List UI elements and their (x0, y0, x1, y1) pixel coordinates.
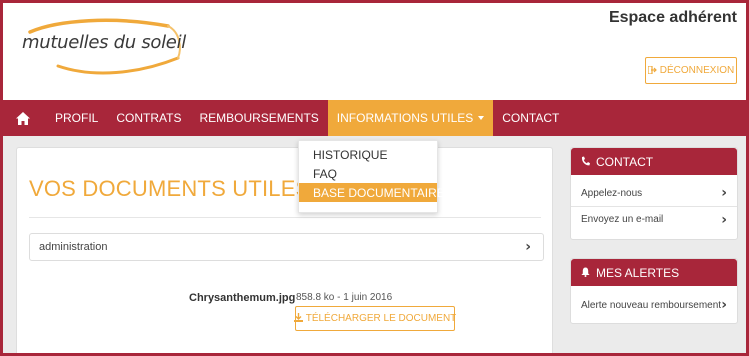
contact-panel-title: CONTACT (596, 154, 654, 169)
home-icon (16, 111, 30, 125)
dropdown-item-label: BASE DOCUMENTAIRE (313, 185, 445, 200)
chevron-right-icon: › (721, 297, 727, 313)
alerts-panel-header: MES ALERTES (571, 259, 737, 286)
nav-item-informations-utiles[interactable]: INFORMATIONS UTILES (327, 100, 494, 136)
contact-row-label: Envoyez un e-mail (581, 214, 664, 225)
category-accordion-administration[interactable]: administration › (29, 233, 544, 261)
page-title: VOS DOCUMENTS UTILES (29, 176, 311, 201)
logout-label: DÉCONNEXION (659, 65, 735, 76)
dropdown-item-faq[interactable]: FAQ (299, 164, 437, 183)
alert-row-label: Alerte nouveau remboursement (581, 299, 722, 311)
alert-row-nouveau-remboursement[interactable]: Alerte nouveau remboursement › (571, 292, 737, 318)
contact-panel: CONTACT Appelez-nous › Envoyez un e-mail… (570, 147, 738, 240)
alerts-panel: MES ALERTES Alerte nouveau remboursement… (570, 258, 738, 324)
nav-item-label: REMBOURSEMENTS (199, 111, 319, 125)
contact-row-appelez-nous[interactable]: Appelez-nous › (571, 180, 737, 206)
contact-row-label: Appelez-nous (581, 187, 643, 199)
page-heading-espace: Espace adhérent (608, 9, 737, 26)
site-header: mutuelles du soleil Espace adhérent DÉCO… (0, 0, 749, 86)
chevron-right-icon: › (721, 211, 727, 228)
nav-home[interactable] (0, 100, 46, 136)
nav-item-contact[interactable]: CONTACT (493, 100, 568, 136)
logout-button[interactable]: DÉCONNEXION (645, 57, 737, 84)
dropdown-item-historique[interactable]: HISTORIQUE (299, 145, 437, 164)
site-logo[interactable]: mutuelles du soleil (18, 18, 188, 80)
contact-panel-header: CONTACT (571, 148, 737, 175)
download-label: TÉLÉCHARGER LE DOCUMENT (305, 313, 457, 324)
title-divider (29, 217, 541, 218)
informations-utiles-dropdown: HISTORIQUE FAQ BASE DOCUMENTAIRE (298, 140, 445, 213)
nav-item-label: CONTRATS (116, 111, 182, 125)
dropdown-item-base-documentaire[interactable]: BASE DOCUMENTAIRE (299, 183, 445, 202)
alerts-panel-title: MES ALERTES (596, 265, 680, 280)
logo-text: mutuelles du soleil (22, 32, 186, 53)
nav-item-label: INFORMATIONS UTILES (336, 111, 474, 125)
chevron-right-icon: › (525, 239, 531, 255)
dropdown-item-label: HISTORIQUE (313, 147, 388, 162)
nav-item-remboursements[interactable]: REMBOURSEMENTS (190, 100, 327, 136)
category-label: administration (39, 241, 108, 253)
contact-row-email[interactable]: Envoyez un e-mail › (571, 206, 737, 232)
document-name: Chrysanthemum.jpg (189, 292, 296, 304)
bell-icon (581, 266, 590, 280)
download-icon (293, 312, 303, 325)
nav-item-label: CONTACT (502, 111, 560, 125)
nav-item-contrats[interactable]: CONTRATS (107, 100, 190, 136)
download-document-button[interactable]: TÉLÉCHARGER LE DOCUMENT (293, 306, 457, 331)
caret-down-icon (478, 116, 485, 120)
nav-item-profil[interactable]: PROFIL (46, 100, 107, 136)
dropdown-item-label: FAQ (313, 166, 338, 181)
document-meta: 858.8 ko - 1 juin 2016 (296, 292, 393, 303)
sign-out-icon (647, 64, 657, 76)
main-navbar: PROFIL CONTRATS REMBOURSEMENTS INFORMATI… (0, 100, 749, 136)
documents-panel: VOS DOCUMENTS UTILES administration › Ch… (16, 147, 553, 356)
nav-item-label: PROFIL (55, 111, 99, 125)
chevron-right-icon: › (721, 185, 727, 201)
phone-icon (581, 155, 590, 169)
